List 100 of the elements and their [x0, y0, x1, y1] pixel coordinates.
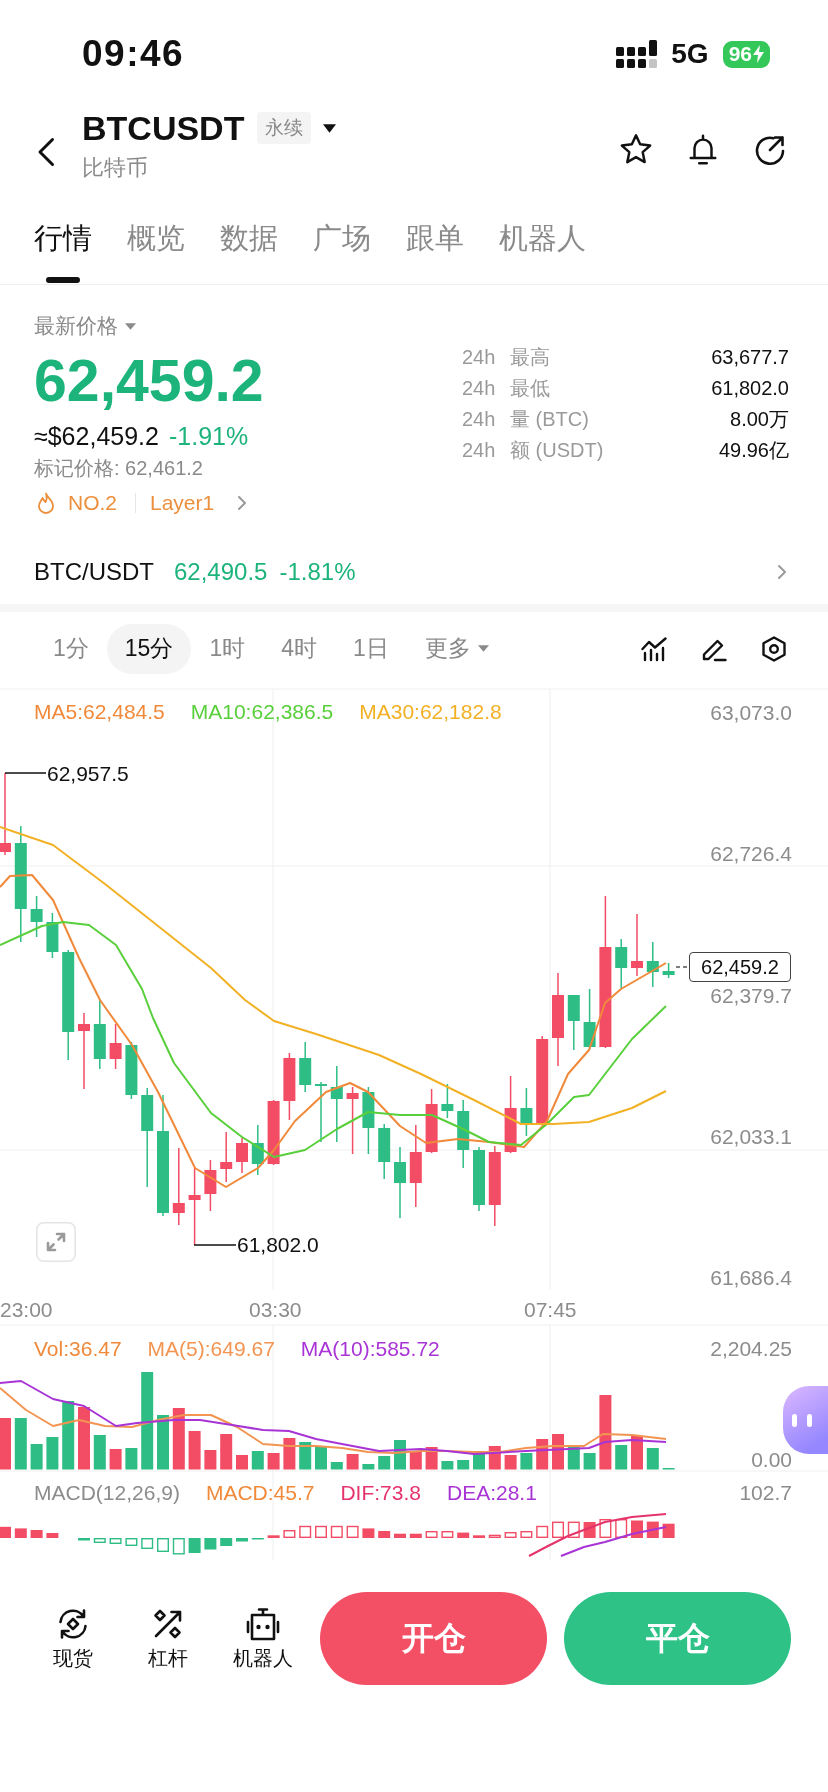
volume-bar	[378, 1456, 391, 1470]
volume-bar	[0, 1418, 11, 1470]
candle	[441, 1083, 454, 1119]
volume-axis-label: 0.00	[751, 1449, 792, 1471]
volume-legend: MA(10):585.72	[300, 1337, 440, 1361]
price-axis-label: 62,726.4	[710, 843, 792, 866]
stat-label: 最低	[510, 376, 551, 401]
caret-icon[interactable]	[323, 123, 337, 133]
spot-pair-name[interactable]: BTC/USDT	[34, 558, 154, 586]
rank-tag[interactable]: NO.2	[68, 489, 117, 517]
sector-tag[interactable]: Layer1	[150, 489, 215, 517]
interval-tab[interactable]: 1分	[35, 623, 107, 674]
tab[interactable]: 数据	[220, 196, 278, 284]
nav-item[interactable]: 现货	[33, 1606, 113, 1671]
macd-bar	[283, 1530, 296, 1538]
tab[interactable]: 概览	[127, 196, 185, 284]
nav-item[interactable]: 杠杆	[128, 1606, 208, 1671]
volume-bar	[30, 1444, 43, 1470]
close-position-button[interactable]: 平仓	[564, 1592, 791, 1685]
volume-bar	[488, 1446, 501, 1470]
candle	[299, 1041, 312, 1093]
signal-icon	[616, 40, 658, 68]
volume-bar	[315, 1446, 327, 1470]
chevron-right-icon[interactable]	[237, 495, 248, 511]
price-axis-label: 63,073.0	[710, 702, 792, 724]
chart-indicator-icon[interactable]	[641, 635, 667, 662]
macd-bar	[520, 1531, 533, 1538]
open-position-button[interactable]: 开仓	[320, 1592, 547, 1685]
macd-bar	[457, 1532, 470, 1538]
candle	[425, 1088, 438, 1154]
volume-bar	[93, 1435, 106, 1470]
stat-value: 8.00万	[730, 407, 789, 432]
nav-item[interactable]: 机器人	[223, 1606, 303, 1671]
last-price: 62,459.2	[34, 350, 264, 412]
candle	[251, 1124, 264, 1176]
price-type-label[interactable]: 最新价格	[34, 313, 118, 339]
volume-bar	[299, 1442, 312, 1470]
caret-icon	[477, 645, 489, 652]
tab[interactable]: 行情	[34, 196, 92, 284]
interval-tab[interactable]: 15分	[106, 623, 192, 674]
price-axis-label: 62,033.1	[710, 1125, 792, 1148]
robot-icon	[246, 1606, 280, 1641]
settings-icon[interactable]	[761, 635, 787, 662]
volume-bar	[267, 1453, 280, 1470]
time-axis-label: 07:45	[524, 1299, 577, 1321]
ma-legend: MA30:62,182.8	[359, 700, 502, 724]
macd-bar	[236, 1538, 248, 1542]
battery-percent: 96	[728, 42, 752, 66]
status-time: 09:46	[82, 33, 185, 75]
stat-label: 量 (BTC)	[510, 407, 590, 432]
expand-icon[interactable]	[36, 1222, 76, 1262]
stat-label: 额 (USDT)	[510, 438, 605, 463]
macd-bar	[599, 1519, 612, 1538]
tab[interactable]: 广场	[313, 196, 371, 284]
stat-value: 61,802.0	[711, 377, 789, 400]
tab[interactable]: 跟单	[406, 196, 464, 284]
candle	[567, 994, 580, 1051]
volume-axis-label: 2,204.25	[710, 1338, 792, 1360]
chevron-right-icon[interactable]	[777, 564, 787, 580]
macd-bar	[30, 1530, 43, 1538]
interval-tab[interactable]: 1时	[191, 623, 264, 674]
candle	[662, 962, 675, 979]
price-axis-label: 61,686.4	[710, 1267, 792, 1289]
macd-bar	[267, 1535, 280, 1538]
macd-bar	[141, 1538, 154, 1549]
interval-tab[interactable]: 1日	[335, 623, 407, 674]
candle	[346, 1086, 359, 1155]
circular-arrow-icon[interactable]	[753, 133, 787, 167]
macd-legend: DIF:73.8	[340, 1481, 421, 1505]
candle	[220, 1131, 233, 1183]
candle	[315, 1081, 327, 1143]
volume-bar	[125, 1448, 138, 1470]
macd-bar	[46, 1533, 59, 1538]
low-price-label: 61,802.0	[237, 1234, 319, 1256]
exchange-icon	[56, 1606, 90, 1641]
volume-bar	[631, 1436, 643, 1470]
volume-bar	[646, 1448, 659, 1470]
volume-bar	[204, 1450, 217, 1470]
volume-bar	[157, 1415, 169, 1470]
leader-line	[4, 772, 47, 774]
back-icon[interactable]	[37, 137, 55, 167]
tab[interactable]: 机器人	[499, 196, 586, 284]
volume-bar	[283, 1438, 296, 1470]
volume-legend: Vol:36.47	[34, 1337, 122, 1361]
price-line	[675, 966, 689, 968]
interval-tab[interactable]: 4时	[263, 623, 335, 674]
macd-bar	[188, 1538, 201, 1553]
stat-value: 63,677.7	[711, 346, 789, 369]
candle	[378, 1123, 391, 1180]
macd-bar	[172, 1538, 185, 1555]
candle	[125, 1041, 138, 1100]
more-intervals-button[interactable]: 更多	[406, 623, 507, 674]
macd-bar	[441, 1531, 454, 1538]
macd-bar	[93, 1538, 106, 1543]
price-change: -1.91%	[168, 421, 249, 451]
candle	[520, 1087, 533, 1137]
macd-bar	[157, 1538, 169, 1552]
macd-bar	[109, 1538, 122, 1544]
candle	[631, 913, 643, 977]
macd-bar	[125, 1538, 138, 1546]
